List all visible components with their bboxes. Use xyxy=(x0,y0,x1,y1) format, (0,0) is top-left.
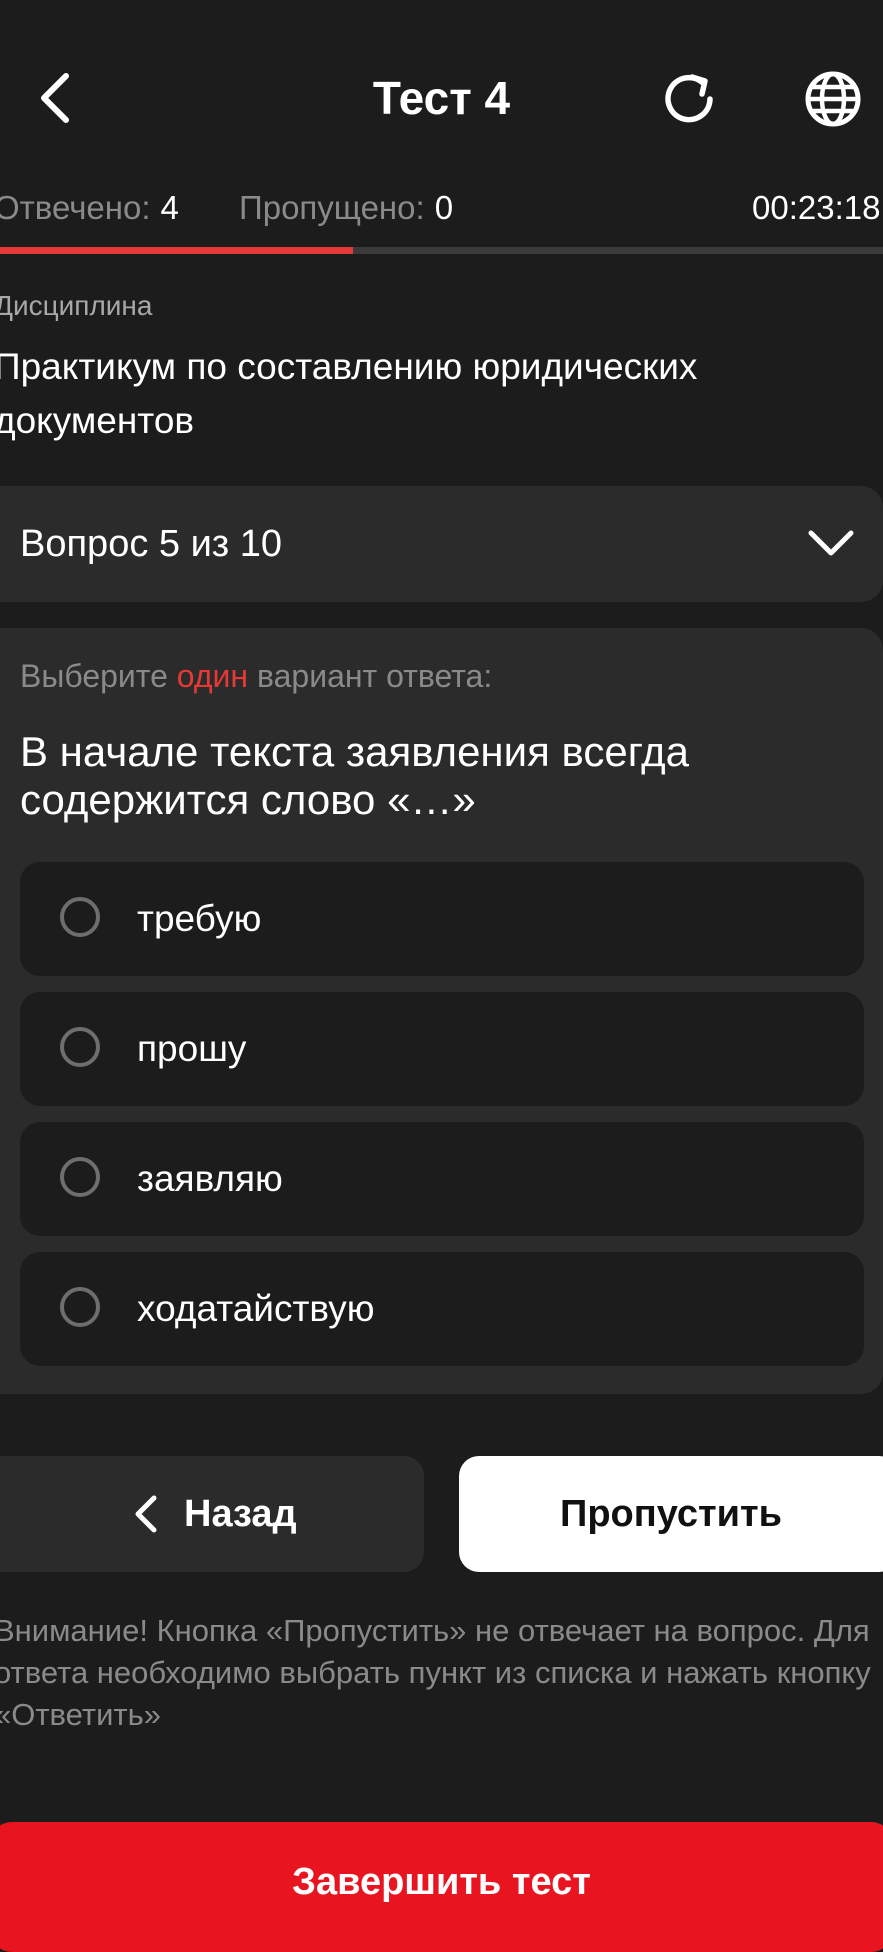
answered-stat: Отвечено: 4 xyxy=(0,186,179,230)
language-button[interactable] xyxy=(800,66,866,132)
progress-bar xyxy=(0,247,883,254)
previous-question-button[interactable]: Назад xyxy=(0,1456,424,1572)
question-instruction: Выберите один вариант ответа: xyxy=(20,654,492,698)
skip-warning: Внимание! Кнопка «Пропустить» не отвечае… xyxy=(0,1613,871,1732)
back-button-label: Назад xyxy=(184,1493,297,1535)
option-label: требую xyxy=(137,898,262,939)
answered-value: 4 xyxy=(160,189,179,226)
timer: 00:23:18 xyxy=(752,189,881,226)
skipped-value: 0 xyxy=(434,189,454,226)
header: Тест 4 xyxy=(0,0,883,200)
progress-fill xyxy=(0,247,354,254)
skipped-label: Пропущено: xyxy=(239,189,425,226)
instruction-suffix: вариант ответа: xyxy=(256,658,493,694)
question-card: Выберите один вариант ответа: В начале т… xyxy=(0,628,883,1394)
radio-button[interactable] xyxy=(60,1027,100,1067)
refresh-icon xyxy=(665,74,713,123)
globe-icon xyxy=(805,71,861,127)
finish-test-button[interactable]: Завершить тест xyxy=(0,1822,883,1952)
page-title: Тест 4 xyxy=(372,72,511,124)
radio-button[interactable] xyxy=(60,1287,100,1327)
skip-button[interactable]: Пропустить xyxy=(459,1456,883,1572)
option-label: заявляю xyxy=(137,1158,283,1199)
stats-bar: Отвечено: 4 Пропущено: 0 00:23:18 xyxy=(0,186,883,230)
chevron-down-icon xyxy=(808,530,854,556)
answer-option[interactable]: требую xyxy=(20,862,864,976)
answer-option[interactable]: прошу xyxy=(20,992,864,1106)
radio-button[interactable] xyxy=(60,897,100,937)
answer-option[interactable]: ходатайствую xyxy=(20,1252,864,1366)
option-label: ходатайствую xyxy=(137,1288,375,1329)
answered-label: Отвечено: xyxy=(0,189,151,226)
refresh-button[interactable] xyxy=(656,66,722,132)
question-text: В начале текста заявления всегда содержи… xyxy=(20,728,689,823)
discipline-label: Дисциплина xyxy=(0,290,153,321)
discipline-name: Практикум по составлению юридических док… xyxy=(0,346,698,441)
instruction-prefix: Выберите xyxy=(20,658,168,694)
option-label: прошу xyxy=(137,1028,247,1069)
question-selector[interactable]: Вопрос 5 из 10 xyxy=(0,486,883,602)
question-selector-label: Вопрос 5 из 10 xyxy=(20,523,283,565)
skipped-stat: Пропущено: 0 xyxy=(239,186,453,230)
answer-option[interactable]: заявляю xyxy=(20,1122,864,1236)
chevron-left-icon xyxy=(135,1495,157,1533)
instruction-accent: один xyxy=(176,658,249,694)
radio-button[interactable] xyxy=(60,1157,100,1197)
